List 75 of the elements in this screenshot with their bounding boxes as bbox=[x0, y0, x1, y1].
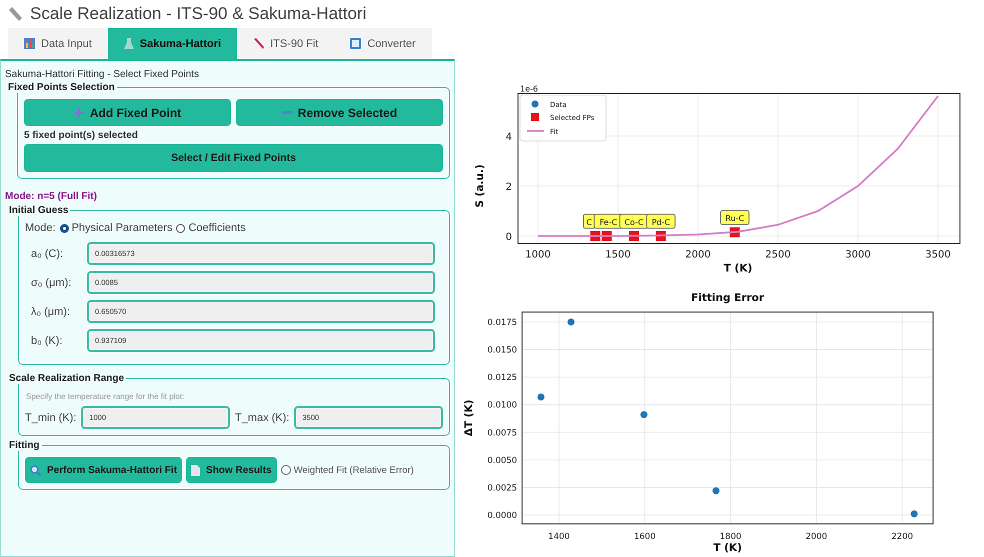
window-title: Scale Realization - ITS-90 & Sakuma-Hattori bbox=[30, 4, 366, 24]
field-label: a₀ (C): bbox=[31, 248, 64, 260]
x-tick-label: 2200 bbox=[891, 532, 914, 542]
x-tick-label: 2000 bbox=[685, 250, 711, 260]
x-axis-title: T (K) bbox=[724, 262, 752, 274]
y-tick-label: 0.0175 bbox=[487, 318, 518, 328]
fit-button[interactable]: Perform Sakuma-Hattori Fit bbox=[25, 457, 182, 483]
mode-status: Mode: n=5 (Full Fit) bbox=[5, 191, 98, 202]
tab[interactable]: Converter bbox=[334, 28, 432, 59]
tab[interactable]: Data Input bbox=[8, 28, 108, 59]
y-tick-label: 0.0050 bbox=[487, 456, 518, 466]
weighted-checkbox[interactable]: Weighted Fit (Relative Error) bbox=[280, 464, 414, 476]
radio-option[interactable]: Coefficients bbox=[176, 222, 246, 234]
y-tick-label: 0.0100 bbox=[487, 400, 518, 411]
add-button[interactable]: Add Fixed Point bbox=[24, 99, 231, 126]
annotation: Ru-C bbox=[725, 214, 745, 223]
tab[interactable]: ITS-90 Fit bbox=[237, 28, 334, 59]
axis-offset-label: 1e-6 bbox=[520, 84, 538, 94]
x-tick-label: 3000 bbox=[845, 250, 871, 260]
annotation: Fe-C bbox=[600, 218, 618, 227]
range-hint: Specify the temperature range for the fit plot: bbox=[26, 392, 186, 401]
x-tick-label: 1400 bbox=[548, 532, 570, 542]
results-button[interactable]: Show Results bbox=[186, 457, 277, 483]
x-tick-label: 2000 bbox=[806, 532, 828, 542]
x-tick-label: 2500 bbox=[765, 250, 791, 260]
x-tick-label: 1800 bbox=[720, 532, 742, 542]
y-tick-label: 0.0000 bbox=[487, 511, 518, 521]
plus-icon bbox=[74, 108, 84, 118]
document-icon bbox=[191, 464, 200, 476]
chart-title: Fitting Error bbox=[691, 292, 764, 304]
group-title: Fixed Points Selection bbox=[7, 82, 116, 93]
point-label: Pd-C bbox=[646, 214, 676, 229]
y-tick-label: 2 bbox=[506, 182, 512, 193]
panel-heading: Sakuma-Hattori Fitting - Select Fixed Points bbox=[5, 69, 200, 80]
ruler-icon bbox=[8, 7, 22, 21]
edit-button[interactable]: Select / Edit Fixed Points bbox=[24, 144, 443, 172]
y-tick-label: 4 bbox=[506, 132, 512, 143]
field-label: σ₀ (μm): bbox=[31, 276, 72, 288]
x-tick-label: 1600 bbox=[634, 532, 656, 542]
y-tick-label: 0.0125 bbox=[487, 373, 518, 384]
x-tick-label: 3500 bbox=[925, 250, 951, 260]
point-label: Fe-C bbox=[594, 214, 623, 229]
field-label: λ₀ (μm): bbox=[31, 306, 72, 318]
annotation: C bbox=[586, 218, 592, 227]
calculator-icon bbox=[350, 38, 362, 49]
minus-icon bbox=[282, 110, 292, 114]
flask-icon bbox=[124, 38, 134, 49]
x-tick-label: 1500 bbox=[605, 250, 631, 260]
x-tick-label: 1000 bbox=[525, 250, 551, 260]
y-axis-title: S (a.u.) bbox=[474, 164, 486, 208]
selection-status: 5 fixed point(s) selected bbox=[24, 130, 139, 141]
tab[interactable]: Sakuma-Hattori bbox=[108, 28, 238, 59]
y-axis-title: ΔT (K) bbox=[463, 400, 475, 436]
y-tick-label: 0.0025 bbox=[487, 483, 518, 494]
field-label: b₀ (K): bbox=[31, 334, 64, 346]
annotation: Pd-C bbox=[652, 218, 670, 227]
search-icon bbox=[30, 464, 41, 476]
group-title: Initial Guess bbox=[8, 205, 70, 216]
point-label: Co-C bbox=[619, 214, 649, 229]
radio-option[interactable]: Physical Parameters bbox=[60, 222, 172, 234]
point-label: Ru-C bbox=[720, 210, 750, 225]
remove-button[interactable]: Remove Selected bbox=[236, 99, 443, 126]
point-label: C bbox=[583, 214, 596, 229]
bar-chart-icon bbox=[24, 38, 35, 49]
y-tick-label: 0 bbox=[506, 232, 512, 243]
group-title: Scale Realization Range bbox=[8, 373, 126, 384]
field-label: T_max (K): bbox=[234, 412, 290, 424]
y-tick-label: 0.0150 bbox=[487, 346, 518, 356]
pencil-icon bbox=[253, 38, 264, 49]
mode-label: Mode: bbox=[25, 222, 56, 234]
field-label: T_min (K): bbox=[25, 412, 76, 424]
y-tick-label: 0.0075 bbox=[487, 428, 518, 438]
x-axis-title: T (K) bbox=[713, 542, 742, 554]
group-title: Fitting bbox=[8, 440, 41, 451]
annotation: Co-C bbox=[624, 218, 644, 227]
